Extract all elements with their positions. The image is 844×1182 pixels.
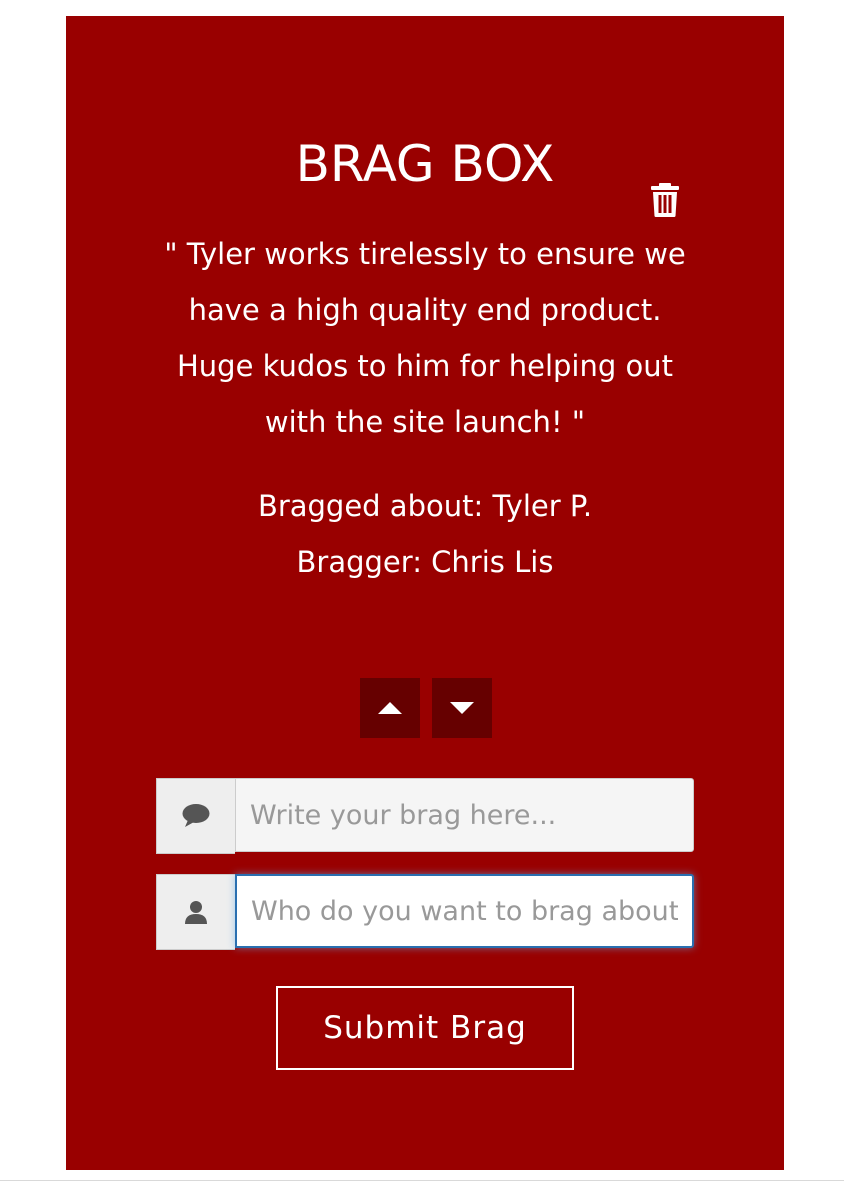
submit-brag-button[interactable]: Submit Brag [276,986,574,1070]
trash-icon [651,183,679,217]
bragger-text: Bragger: Chris Lis [296,545,554,579]
caret-up-icon [378,702,402,714]
brag-box-card: BRAG BOX " Tyler works tirelessly to ens… [66,16,784,1170]
brag-quote: " Tyler works tirelessly to ensure we ha… [164,237,686,439]
brag-input-group [156,778,694,854]
page: BRAG BOX " Tyler works tirelessly to ens… [0,0,844,1182]
upvote-button[interactable] [360,678,420,738]
comment-icon [182,804,210,827]
who-input-group [156,874,694,950]
page-bottom-divider [0,1180,844,1181]
delete-brag-button[interactable] [646,180,684,220]
brag-recipient-input[interactable] [235,874,694,948]
brag-text-input[interactable] [235,778,694,852]
downvote-button[interactable] [432,678,492,738]
user-icon [185,901,207,924]
bragged-about-text: Bragged about: Tyler P. [257,489,593,523]
caret-down-icon [450,702,474,714]
who-field-addon [156,874,235,950]
brag-field-addon [156,778,235,854]
